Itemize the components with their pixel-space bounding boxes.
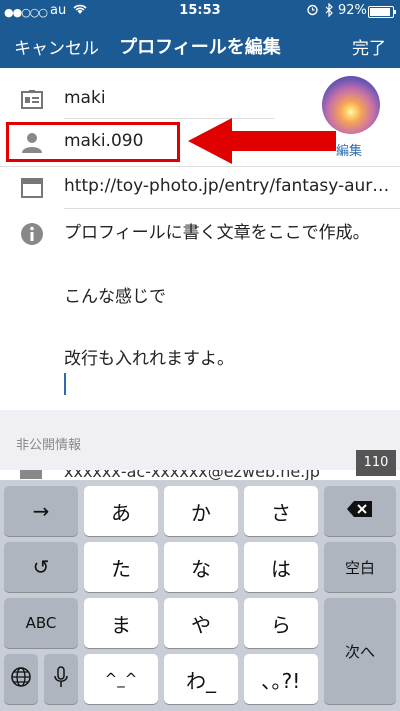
id-card-icon (20, 88, 44, 112)
status-bar: ●●○○○ au 15:53 92% (0, 0, 400, 22)
keyboard: → あ か さ ↺ た な は 空白 ABC ま や ら 次へ ^_^ わ_ ､… (0, 480, 400, 711)
microphone-icon (53, 665, 69, 693)
name-field[interactable]: maki (64, 88, 106, 108)
key-sa[interactable]: さ (244, 486, 318, 536)
alarm-icon (306, 3, 319, 20)
avatar-edit-link[interactable]: 編集 (336, 140, 362, 159)
key-na[interactable]: な (164, 542, 238, 592)
space-key[interactable]: 空白 (324, 542, 396, 592)
text-cursor (64, 373, 66, 395)
undo-key[interactable]: ↺ (4, 542, 78, 592)
key-ta[interactable]: た (84, 542, 158, 592)
battery-percent: 92% (338, 3, 367, 18)
cancel-button[interactable]: キャンセル (14, 34, 99, 59)
key-ka[interactable]: か (164, 486, 238, 536)
email-field[interactable]: xxxxxx-ac-xxxxxx@ezweb.ne.jp (64, 470, 320, 480)
key-arrow-right[interactable]: → (4, 486, 78, 536)
key-ya[interactable]: や (164, 598, 238, 648)
bio-line: 改行も入れれますよ。 (64, 349, 234, 369)
info-icon (20, 222, 44, 246)
bio-line (64, 312, 384, 342)
backspace-icon (346, 499, 374, 523)
bio-textarea[interactable]: プロフィールに書く文章をここで作成。 こんな感じで 改行も入れれますよ。 (64, 218, 384, 374)
microphone-key[interactable] (44, 654, 78, 704)
bio-line: こんな感じで (64, 287, 166, 307)
done-button[interactable]: 完了 (352, 34, 386, 59)
next-key[interactable]: 次へ (324, 598, 396, 704)
backspace-key[interactable] (324, 486, 396, 536)
email-row[interactable]: xxxxxx-ac-xxxxxx@ezweb.ne.jp (0, 470, 400, 480)
website-field[interactable]: http://toy-photo.jp/entry/fantasy-aur… (64, 176, 389, 196)
abc-key[interactable]: ABC (4, 598, 78, 648)
globe-key[interactable] (4, 654, 38, 704)
key-a[interactable]: あ (84, 486, 158, 536)
divider (0, 166, 400, 167)
nav-bar: キャンセル プロフィールを編集 完了 (0, 22, 400, 68)
section-header: 非公開情報 (16, 438, 82, 453)
browser-window-icon (20, 176, 44, 200)
key-punctuation[interactable]: ､｡?! (244, 654, 318, 704)
key-wa[interactable]: わ_ (164, 654, 238, 704)
bluetooth-icon (324, 2, 334, 21)
key-ma[interactable]: ま (84, 598, 158, 648)
key-ra[interactable]: ら (244, 598, 318, 648)
red-arrow-annotation (188, 116, 338, 170)
bio-line: プロフィールに書く文章をここで作成。 (64, 223, 370, 243)
globe-icon (10, 666, 32, 693)
key-ha[interactable]: は (244, 542, 318, 592)
highlight-box (6, 122, 180, 162)
character-count: 110 (356, 450, 396, 476)
battery-icon (368, 6, 396, 18)
mail-icon (20, 470, 42, 479)
divider (64, 208, 400, 209)
key-emoticon[interactable]: ^_^ (84, 654, 158, 704)
